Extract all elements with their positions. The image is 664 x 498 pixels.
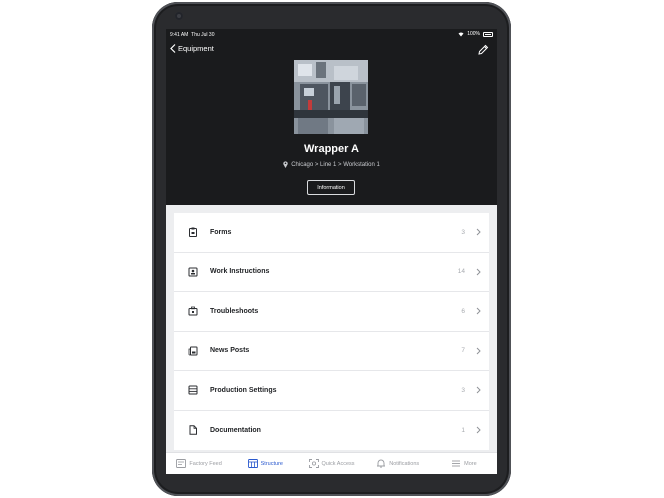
chevron-right-icon — [476, 228, 481, 236]
battery-percent: 100% — [467, 31, 480, 37]
tab-label: Quick Access — [321, 460, 355, 467]
location-pin-icon — [283, 161, 288, 168]
chevron-right-icon — [476, 386, 481, 394]
list-item-label: News Posts — [210, 347, 250, 355]
list-item-label: Troubleshoots — [210, 307, 259, 315]
tab-factory-feed[interactable]: Factory Feed — [166, 453, 232, 474]
list-item-forms[interactable]: Forms 3 — [174, 213, 489, 253]
list-item-count: 1 — [461, 426, 465, 434]
list-item-count: 3 — [461, 386, 465, 394]
chevron-right-icon — [476, 307, 481, 315]
nav-bar: Equipment — [166, 41, 497, 59]
list-item-label: Work Instructions — [210, 268, 270, 276]
menu-icon — [452, 460, 461, 467]
tab-more[interactable]: More — [431, 453, 497, 474]
list-item-documentation[interactable]: Documentation 1 — [174, 411, 489, 451]
tab-label: Notifications — [389, 460, 420, 467]
equipment-photo — [294, 60, 368, 134]
status-time-value: 9:41 AM — [170, 32, 189, 38]
tab-label: More — [464, 460, 477, 467]
tab-label: Structure — [260, 460, 283, 467]
app-screen: 9:41 AM Thu Jul 30 100% Equipment Wrappe… — [166, 29, 497, 474]
status-indicators: 100% — [458, 31, 493, 37]
content-area: Forms 3 Work Instructions 14 Troubleshoo… — [166, 205, 497, 452]
equipment-name: Wrapper A — [303, 143, 359, 155]
status-bar: 9:41 AM Thu Jul 30 100% — [166, 29, 497, 41]
list-item-label: Production Settings — [210, 386, 277, 394]
wifi-icon — [458, 32, 464, 36]
list-item-troubleshoots[interactable]: Troubleshoots 6 — [174, 292, 489, 332]
bell-icon — [377, 459, 386, 468]
location-breadcrumb: Chicago > Line 1 > Workstation 1 — [166, 161, 497, 168]
list-item-news-posts[interactable]: News Posts 7 — [174, 332, 489, 371]
list-item-count: 14 — [457, 268, 465, 276]
tab-bar: Factory Feed Structure Quick Access Noti… — [166, 452, 497, 474]
structure-icon — [247, 459, 258, 468]
tab-structure[interactable]: Structure — [232, 453, 298, 474]
back-button[interactable]: Equipment — [170, 44, 214, 53]
pencil-icon[interactable] — [477, 44, 489, 56]
location-text: Chicago > Line 1 > Workstation 1 — [291, 161, 380, 168]
tab-notifications[interactable]: Notifications — [365, 453, 431, 474]
list-item-label: Forms — [210, 228, 232, 236]
camera-dot — [175, 12, 183, 20]
list-item-label: Documentation — [210, 426, 261, 434]
toolbox-icon — [188, 306, 198, 316]
status-date: Thu Jul 30 — [191, 32, 215, 38]
chevron-right-icon — [476, 426, 481, 434]
list-item-count: 7 — [461, 347, 465, 355]
chevron-right-icon — [476, 268, 481, 276]
battery-icon — [483, 31, 493, 37]
person-card-icon — [188, 267, 198, 277]
server-icon — [188, 385, 198, 395]
chevron-left-icon — [170, 44, 176, 53]
scan-icon — [308, 459, 319, 468]
back-button-label: Equipment — [178, 44, 214, 53]
document-icon — [189, 425, 197, 435]
list-item-count: 6 — [461, 307, 465, 315]
tab-quick-access[interactable]: Quick Access — [298, 453, 364, 474]
clipboard-icon — [189, 227, 197, 238]
information-button[interactable]: Information — [307, 180, 355, 195]
news-icon — [188, 346, 198, 356]
list-item-production-settings[interactable]: Production Settings 3 — [174, 371, 489, 411]
feed-icon — [176, 459, 187, 468]
list-item-work-instructions[interactable]: Work Instructions 14 — [174, 253, 489, 292]
status-time: 9:41 AM Thu Jul 30 — [170, 32, 215, 38]
resource-list: Forms 3 Work Instructions 14 Troubleshoo… — [174, 213, 489, 450]
list-item-count: 3 — [461, 228, 465, 236]
tab-label: Factory Feed — [189, 460, 222, 467]
chevron-right-icon — [476, 347, 481, 355]
